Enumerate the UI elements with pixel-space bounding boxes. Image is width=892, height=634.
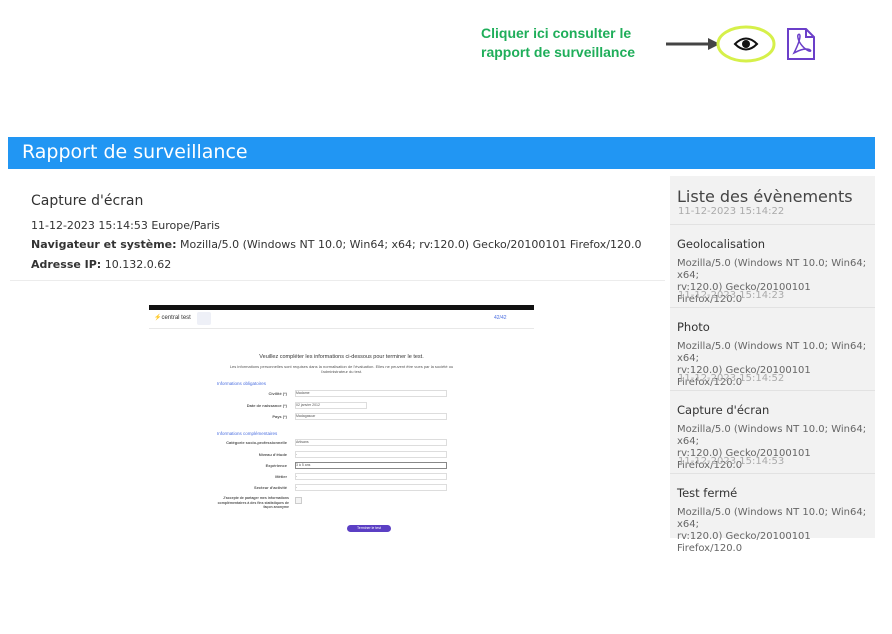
ip-label: Adresse IP:: [31, 258, 102, 271]
thumb-field-value: -: [295, 473, 447, 480]
thumb-nav: ⚡central test 42/42: [149, 310, 534, 329]
thumb-progress: 42/42: [494, 315, 507, 321]
capture-title: Capture d'écran: [31, 193, 144, 209]
eye-icon: [733, 37, 759, 51]
thumb-section-required: Informations obligatoires: [217, 381, 267, 386]
hint-line-1: Cliquer ici consulter le: [481, 25, 632, 41]
event-divider: [670, 390, 875, 391]
event-divider: [670, 307, 875, 308]
menu-icon: [197, 312, 211, 325]
pdf-icon[interactable]: [786, 27, 816, 61]
help-hint: Cliquer ici consulter le rapport de surv…: [481, 24, 671, 62]
thumb-field-label: Niveau d'étude: [258, 452, 287, 457]
thumb-field-label: Pays (*): [272, 414, 287, 419]
thumb-field-label: Secteur d'activité: [254, 485, 287, 490]
event-date: 11-12-2023 15:14:52: [678, 373, 785, 384]
event-name[interactable]: Photo: [677, 320, 710, 334]
event-date: 11-12-2023 15:14:53: [678, 456, 785, 467]
arrow-right-icon: [666, 38, 720, 50]
event-date: 11-12-2023 15:14:23: [678, 290, 785, 301]
thumb-section-optional: Informations complémentaires: [217, 431, 278, 436]
thumb-field-value: Madagascar: [295, 413, 447, 420]
thumb-field-value: 3 à 5 ans: [295, 462, 447, 469]
event-name[interactable]: Test fermé: [677, 486, 737, 500]
hint-line-2: rapport de surveillance: [481, 44, 636, 60]
event-divider: [670, 473, 875, 474]
event-date: 11-12-2023 15:14:22: [678, 206, 785, 217]
thumb-consent: J'accepte de partager mes informations c…: [217, 496, 289, 509]
thumb-field-label: Métier: [275, 474, 287, 479]
thumb-logo: ⚡central test: [154, 315, 191, 321]
thumb-field-label: Date de naissance (*): [246, 403, 287, 408]
events-title: Liste des évènements: [677, 187, 853, 206]
event-name[interactable]: Capture d'écran: [677, 403, 769, 417]
thumb-submit-button: Terminer le test: [347, 525, 391, 532]
thumb-field-value: -: [295, 451, 447, 458]
view-report-button[interactable]: [716, 25, 776, 63]
thumb-field-label: Expérience: [265, 463, 287, 468]
thumb-field-value: Artisans: [295, 439, 447, 446]
thumb-subheading: Les informations personnelles sont requi…: [229, 364, 454, 374]
thumb-heading: Veuillez compléter les informations ci-d…: [259, 354, 424, 360]
thumb-field-label: Catégorie socio-professionnelle: [226, 440, 287, 445]
browser-info: Navigateur et système: Mozilla/5.0 (Wind…: [31, 238, 642, 251]
event-name[interactable]: Geolocalisation: [677, 237, 765, 251]
screen-capture-image[interactable]: ⚡central test 42/42 Veuillez compléter l…: [149, 305, 534, 535]
thumb-field-value: 02 janvier 2012: [295, 402, 367, 409]
thumb-field-label: Civilité (*): [268, 391, 287, 396]
browser-value: Mozilla/5.0 (Windows NT 10.0; Win64; x64…: [180, 238, 642, 251]
ip-info: Adresse IP: 10.132.0.62: [31, 258, 171, 271]
thumb-field-value: -: [295, 484, 447, 491]
event-divider: [670, 224, 875, 225]
divider: [10, 280, 665, 281]
thumb-field-value: Madame: [295, 390, 447, 397]
capture-datetime: 11-12-2023 15:14:53 Europe/Paris: [31, 219, 220, 232]
thumb-consent-checkbox: [295, 497, 302, 504]
event-user-agent: Mozilla/5.0 (Windows NT 10.0; Win64; x64…: [677, 507, 867, 554]
page-title: Rapport de surveillance: [22, 141, 248, 163]
browser-label: Navigateur et système:: [31, 238, 177, 251]
ip-value: 10.132.0.62: [104, 258, 172, 271]
